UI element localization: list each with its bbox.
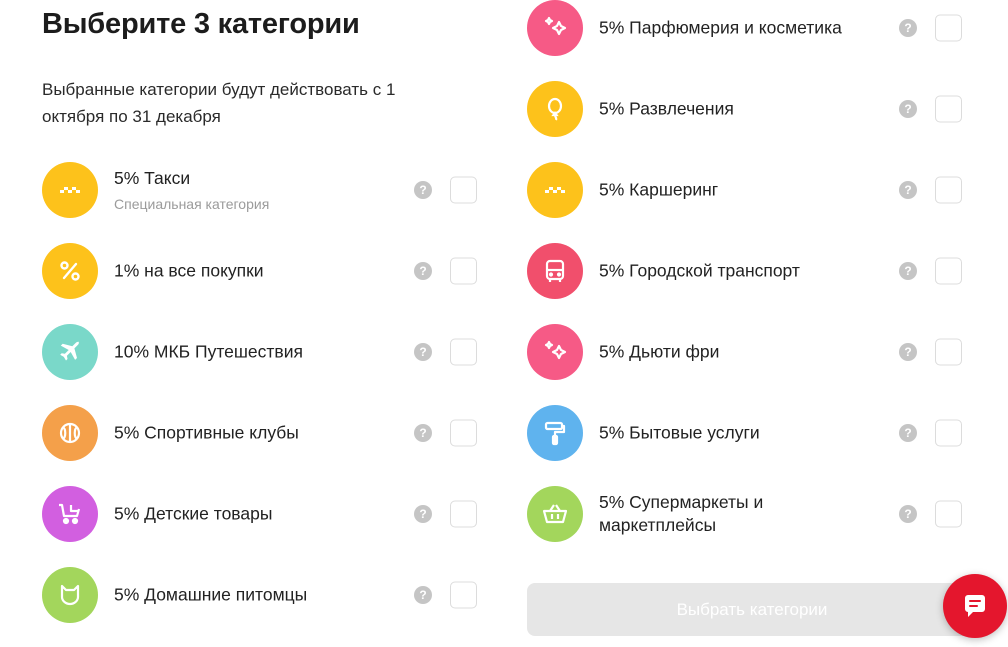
category-label: 5% Каршеринг [599,179,719,200]
sparkle-icon [527,324,583,380]
category-checkbox[interactable] [450,419,477,447]
category-all-purchases[interactable]: 1% на все покупки ? [42,243,482,299]
category-checkbox[interactable] [935,500,962,528]
category-label: 5% Парфюмерия и косметика [599,17,842,38]
category-carsharing[interactable]: 5% Каршеринг ? [527,162,967,218]
category-checkbox[interactable] [935,95,962,123]
help-icon[interactable]: ? [899,19,917,37]
category-label: 5% Бытовые услуги [599,422,760,443]
category-label: 5% Городской транспорт [599,260,800,281]
stroller-icon [42,486,98,542]
select-categories-button[interactable]: Выбрать категории [527,583,977,636]
category-pets[interactable]: 5% Домашние питомцы ? [42,567,482,623]
category-label: 5% Такси Специальная категория [114,168,270,212]
category-perfume-cosmetics[interactable]: 5% Парфюмерия и косметика ? [527,0,967,56]
ball-icon [42,405,98,461]
help-icon[interactable]: ? [414,343,432,361]
category-home-services[interactable]: 5% Бытовые услуги ? [527,405,967,461]
category-checkbox[interactable] [935,338,962,366]
category-sport-clubs[interactable]: 5% Спортивные клубы ? [42,405,482,461]
taxi-icon [527,162,583,218]
category-label: 1% на все покупки [114,260,264,281]
help-icon[interactable]: ? [899,100,917,118]
category-taxi[interactable]: 5% Такси Специальная категория ? [42,162,482,218]
category-checkbox[interactable] [450,338,477,366]
category-label: 5% Спортивные клубы [114,422,299,443]
category-label: 5% Супермаркеты и маркетплейсы [599,492,764,535]
help-icon[interactable]: ? [414,586,432,604]
category-checkbox[interactable] [450,581,477,609]
help-icon[interactable]: ? [414,424,432,442]
cat-icon [42,567,98,623]
help-icon[interactable]: ? [899,262,917,280]
page-subtitle: Выбранные категории будут действовать с … [42,80,396,126]
help-icon[interactable]: ? [899,181,917,199]
category-checkbox[interactable] [935,419,962,447]
airplane-icon [42,324,98,380]
category-sublabel: Специальная категория [114,196,270,212]
chat-icon [965,595,985,617]
category-label: 5% Развлечения [599,98,734,119]
bus-icon [527,243,583,299]
page-title: Выберите 3 категории [42,8,360,40]
sparkle-icon [527,0,583,56]
category-duty-free[interactable]: 5% Дьюти фри ? [527,324,967,380]
category-label: 5% Домашние питомцы [114,584,308,605]
paint-roller-icon [527,405,583,461]
category-checkbox[interactable] [450,257,477,285]
category-checkbox[interactable] [935,14,962,42]
category-checkbox[interactable] [935,176,962,204]
category-entertainment[interactable]: 5% Развлечения ? [527,81,967,137]
help-icon[interactable]: ? [899,505,917,523]
category-public-transport[interactable]: 5% Городской транспорт ? [527,243,967,299]
help-icon[interactable]: ? [899,424,917,442]
category-checkbox[interactable] [450,176,477,204]
help-icon[interactable]: ? [899,343,917,361]
category-checkbox[interactable] [935,257,962,285]
category-label: 5% Детские товары [114,503,273,524]
category-label: 10% МКБ Путешествия [114,341,303,362]
basket-icon [527,486,583,542]
chat-button[interactable] [943,574,1007,638]
percent-icon [42,243,98,299]
help-icon[interactable]: ? [414,505,432,523]
help-icon[interactable]: ? [414,262,432,280]
category-label: 5% Дьюти фри [599,341,720,362]
category-kids-goods[interactable]: 5% Детские товары ? [42,486,482,542]
taxi-icon [42,162,98,218]
help-icon[interactable]: ? [414,181,432,199]
category-supermarkets[interactable]: 5% Супермаркеты и маркетплейсы ? [527,486,967,542]
category-travel[interactable]: 10% МКБ Путешествия ? [42,324,482,380]
balloon-icon [527,81,583,137]
category-checkbox[interactable] [450,500,477,528]
